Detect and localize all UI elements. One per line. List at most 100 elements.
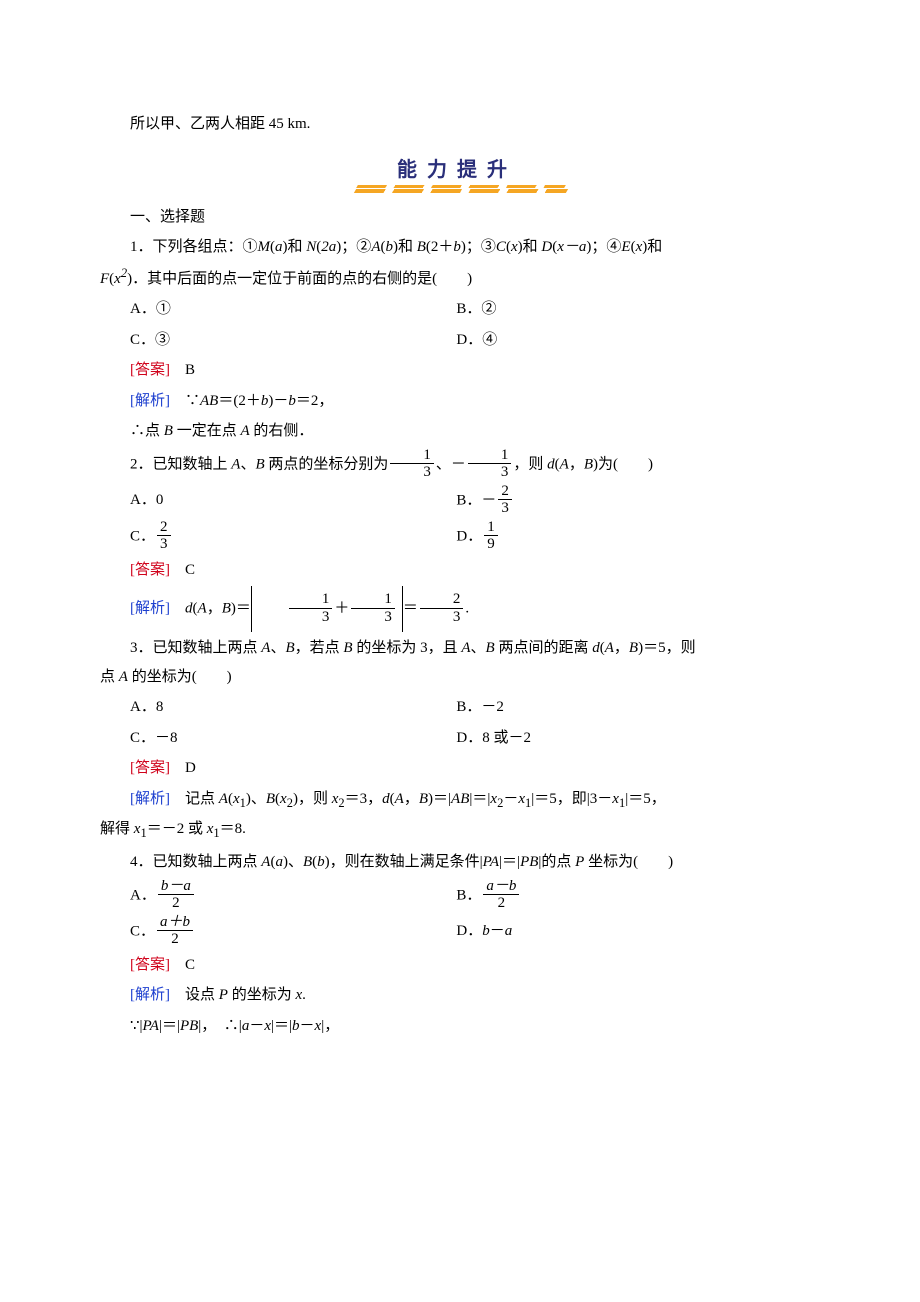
t: ＝5，则 <box>643 640 696 656</box>
t: 的坐标为 <box>228 987 296 1003</box>
q3-d: D．8 或－2 <box>456 724 810 753</box>
sym: E <box>621 239 630 255</box>
frac-2-3b: 23 <box>157 519 171 553</box>
sym: x <box>612 791 619 807</box>
t: ＝3， <box>345 791 383 807</box>
t: ∵| <box>130 1018 143 1034</box>
ans-l: [答案] <box>130 760 170 776</box>
sym: B <box>285 640 294 656</box>
frac-1-3b: 13 <box>468 447 512 481</box>
t: |＝5， <box>625 791 666 807</box>
sym: b <box>292 1018 300 1034</box>
t: 记点 <box>170 791 219 807</box>
q3-b: B．－2 <box>456 693 810 722</box>
ans-l: [答案] <box>130 362 170 378</box>
q3-c: C．－8 <box>130 724 456 753</box>
t: 、 <box>240 456 255 472</box>
q1-stem-2: F(x2)．其中后面的点一定位于前面的点的右侧的是( ) <box>100 262 810 294</box>
sym: d <box>547 456 555 472</box>
sym: x <box>280 791 287 807</box>
q1-explain-1: [解析] ∵AB＝(2＋b)－b＝2， <box>100 387 810 416</box>
t: )－ <box>268 393 288 409</box>
ans-l: [答案] <box>130 957 170 973</box>
sym: B <box>303 854 312 870</box>
t: ， <box>614 640 629 656</box>
frac-apb-2: a＋b2 <box>157 914 193 948</box>
t: B．－ <box>456 492 496 508</box>
t: ， <box>404 791 419 807</box>
t: ∵ <box>170 393 200 409</box>
t: － <box>503 791 518 807</box>
sym: x <box>114 271 121 287</box>
sym: B <box>486 640 495 656</box>
t: ， <box>207 600 222 616</box>
t: 两点间的距离 <box>495 640 593 656</box>
sym: AB <box>200 393 218 409</box>
sym: A <box>240 423 249 439</box>
q4-explain-1: [解析] 设点 P 的坐标为 x. <box>100 981 810 1010</box>
q2-b: B．－23 <box>456 484 810 518</box>
q4-stem: 4．已知数轴上两点 A(a)、B(b)，则在数轴上满足条件|PA|＝|PB|的点… <box>100 848 810 877</box>
sym: x <box>233 791 240 807</box>
t: C． <box>130 528 155 544</box>
t: ＝ <box>236 600 251 616</box>
t: ，若点 <box>295 640 344 656</box>
ans-v: C <box>170 562 195 578</box>
q1-explain-2: ∴点 B 一定在点 A 的右侧． <box>100 417 810 446</box>
q3-explain-1: [解析] 记点 A(x1)、B(x2)，则 x2＝3，d(A，B)＝|AB|＝|… <box>100 785 810 816</box>
sym: x <box>264 1018 271 1034</box>
sym: N <box>306 239 316 255</box>
sym: PA <box>143 1018 159 1034</box>
sym: PA <box>483 854 499 870</box>
t: ，则 <box>298 791 332 807</box>
frac-2-3c: 23 <box>420 591 464 625</box>
t: C． <box>130 923 155 939</box>
sym: x <box>518 791 525 807</box>
t: 一定在点 <box>173 423 241 439</box>
q1-d: D．④ <box>456 326 810 355</box>
t: 两点的坐标分别为 <box>265 456 389 472</box>
sym: B <box>255 456 264 472</box>
sym: A <box>560 456 569 472</box>
banner-row: 能力提升 <box>100 149 810 191</box>
t: ＝8. <box>220 821 246 837</box>
ex-l: [解析] <box>130 600 170 616</box>
sym: a <box>505 923 513 939</box>
sym: A <box>605 640 614 656</box>
q2-options-2: C．23 D．19 <box>100 520 810 554</box>
q2-c: C．23 <box>130 520 456 554</box>
sym: B <box>417 239 426 255</box>
t: 4．已知数轴上两点 <box>130 854 261 870</box>
t: ( <box>426 239 431 255</box>
ans-l: [答案] <box>130 562 170 578</box>
t: 的右侧． <box>250 423 314 439</box>
t: D． <box>456 923 482 939</box>
sym: P <box>219 987 228 1003</box>
q2-a: A．0 <box>130 486 456 515</box>
t: ， <box>569 456 584 472</box>
sym: b <box>482 923 490 939</box>
sym: B <box>629 640 638 656</box>
q2-d: D．19 <box>456 520 810 554</box>
t: )和 <box>393 239 417 255</box>
t: 坐标为( ) <box>584 854 673 870</box>
q4-b: B．a－b2 <box>456 879 810 913</box>
ability-banner: 能力提升 <box>383 149 527 191</box>
frac-1-9: 19 <box>484 519 498 553</box>
t: . <box>302 987 306 1003</box>
sym: AB <box>451 791 469 807</box>
q3-a: A．8 <box>130 693 456 722</box>
ex-l: [解析] <box>130 987 170 1003</box>
sym: F <box>100 271 109 287</box>
t: |＝| <box>499 854 520 870</box>
sym: d <box>185 600 193 616</box>
sym: a <box>275 239 283 255</box>
q1-options-2: C．③ D．④ <box>100 326 810 355</box>
t: ＝| <box>433 791 451 807</box>
sym: B <box>164 423 173 439</box>
t: ；④ <box>591 239 621 255</box>
ex-l: [解析] <box>130 791 170 807</box>
q4-c: C．a＋b2 <box>130 915 456 949</box>
t: . <box>465 600 469 616</box>
sym: x <box>511 239 518 255</box>
